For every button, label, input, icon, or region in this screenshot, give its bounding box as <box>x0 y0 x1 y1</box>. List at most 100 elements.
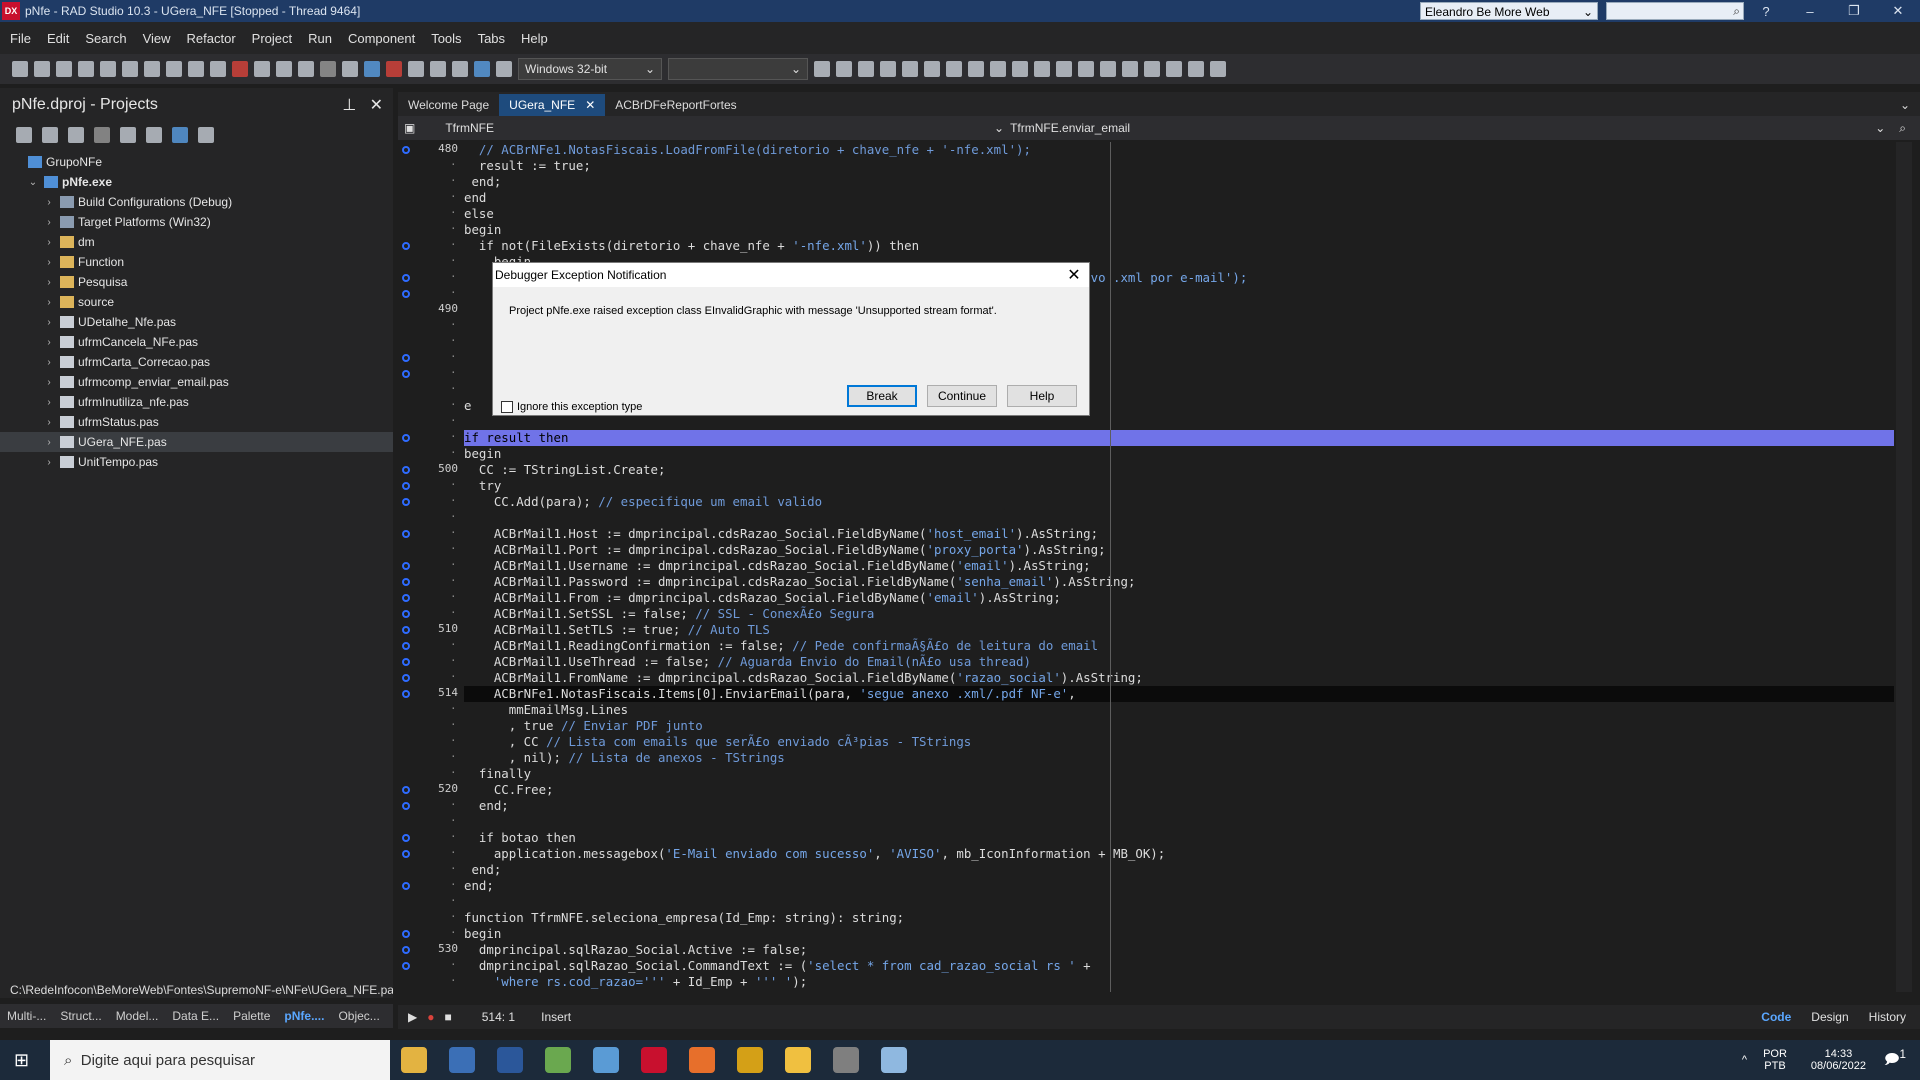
clock[interactable]: 14:33 08/06/2022 <box>1811 1048 1866 1072</box>
tab-design[interactable]: Design <box>1811 1010 1848 1024</box>
gutter-line[interactable]: · <box>398 286 464 302</box>
gutter-line[interactable]: 490 <box>398 302 464 318</box>
sync-icon[interactable] <box>94 127 110 143</box>
align-right-icon[interactable] <box>858 61 874 77</box>
grid-icon[interactable] <box>1100 61 1116 77</box>
desktop-layout-select[interactable]: Eleandro Be More Web ⌄ <box>1420 2 1598 20</box>
gutter-line[interactable]: 480 <box>398 142 464 158</box>
code-line[interactable]: ACBrMail1.FromName := dmprincipal.cdsRaz… <box>464 670 1894 686</box>
chevron-icon[interactable]: › <box>42 457 56 468</box>
add-to-project-icon[interactable] <box>276 61 292 77</box>
layout-icon[interactable] <box>100 61 116 77</box>
chevron-icon[interactable]: › <box>42 377 56 388</box>
gutter-line[interactable]: · <box>398 654 464 670</box>
gutter-line[interactable]: · <box>398 638 464 654</box>
code-line[interactable]: end <box>464 190 1894 206</box>
space-icon[interactable] <box>946 61 962 77</box>
gutter-line[interactable]: · <box>398 254 464 270</box>
project-options-icon[interactable] <box>16 127 32 143</box>
tree-item[interactable]: › UDetalhe_Nfe.pas <box>0 312 393 332</box>
breakpoint-marker-icon[interactable] <box>402 578 410 586</box>
play-icon[interactable]: ▶ <box>408 1010 417 1024</box>
menu-tabs[interactable]: Tabs <box>478 31 505 46</box>
breakpoint-marker-icon[interactable] <box>402 594 410 602</box>
code-line[interactable]: dmprincipal.sqlRazao_Social.CommandText … <box>464 958 1894 974</box>
gutter-line[interactable]: · <box>398 526 464 542</box>
filter-icon[interactable] <box>120 127 136 143</box>
code-line[interactable]: if result then <box>464 430 1894 446</box>
breakpoint-marker-icon[interactable] <box>402 962 410 970</box>
gutter-line[interactable]: · <box>398 558 464 574</box>
pin-icon[interactable]: ⊥ <box>342 97 356 114</box>
code-line[interactable]: end; <box>464 862 1894 878</box>
panel-tab[interactable]: Struct... <box>53 1009 108 1023</box>
run-without-debug-icon[interactable] <box>342 61 358 77</box>
gutter-line[interactable]: · <box>398 478 464 494</box>
spacing-icon[interactable] <box>1210 61 1226 77</box>
open-project-icon[interactable] <box>210 61 226 77</box>
view-form-icon[interactable] <box>254 61 270 77</box>
minimize-button[interactable]: – <box>1788 4 1832 19</box>
breakpoint-marker-icon[interactable] <box>402 466 410 474</box>
breakpoint-marker-icon[interactable] <box>402 786 410 794</box>
gutter-line[interactable]: · <box>398 798 464 814</box>
firefox-icon[interactable] <box>689 1047 715 1073</box>
breakpoint-marker-icon[interactable] <box>402 242 410 250</box>
menu-file[interactable]: File <box>10 31 31 46</box>
breakpoint-marker-icon[interactable] <box>402 626 410 634</box>
continue-button[interactable]: Continue <box>927 385 997 407</box>
gutter-line[interactable]: · <box>398 350 464 366</box>
tree-item[interactable]: GrupoNFe <box>0 152 393 172</box>
gutter-line[interactable]: · <box>398 398 464 414</box>
file-explorer-icon[interactable] <box>785 1047 811 1073</box>
breakpoint-marker-icon[interactable] <box>402 642 410 650</box>
breakpoint-marker-icon[interactable] <box>402 850 410 858</box>
code-line[interactable]: if not(FileExists(diretorio + chave_nfe … <box>464 238 1894 254</box>
back-icon[interactable] <box>474 61 490 77</box>
gutter-line[interactable]: 520 <box>398 782 464 798</box>
word-icon[interactable] <box>497 1047 523 1073</box>
code-line[interactable]: CC.Add(para); // especifique um email va… <box>464 494 1894 510</box>
menu-refactor[interactable]: Refactor <box>187 31 236 46</box>
breakpoint-marker-icon[interactable] <box>402 274 410 282</box>
menu-run[interactable]: Run <box>308 31 332 46</box>
gutter-line[interactable]: 500 <box>398 462 464 478</box>
add-file-icon[interactable] <box>188 61 204 77</box>
run-icon[interactable] <box>320 61 336 77</box>
code-line[interactable]: begin <box>464 446 1894 462</box>
gutter-line[interactable]: · <box>398 974 464 990</box>
tree-item[interactable]: › ufrmInutiliza_nfe.pas <box>0 392 393 412</box>
stop-icon[interactable] <box>386 61 402 77</box>
tab-history[interactable]: History <box>1869 1010 1906 1024</box>
tree-item[interactable]: ⌄ pNfe.exe <box>0 172 393 192</box>
gutter-line[interactable]: · <box>398 542 464 558</box>
menu-tools[interactable]: Tools <box>431 31 461 46</box>
code-line[interactable]: ACBrMail1.Username := dmprincipal.cdsRaz… <box>464 558 1894 574</box>
code-line[interactable]: end; <box>464 878 1894 894</box>
bring-front-icon[interactable] <box>990 61 1006 77</box>
breakpoint-marker-icon[interactable] <box>402 562 410 570</box>
stop-icon[interactable]: ■ <box>444 1010 451 1024</box>
gutter-line[interactable]: · <box>398 382 464 398</box>
save-project-icon[interactable] <box>232 61 248 77</box>
record-icon[interactable]: ● <box>427 1010 434 1024</box>
code-line[interactable]: mmEmailMsg.Lines <box>464 702 1894 718</box>
close-tab-icon[interactable]: ✕ <box>585 98 595 112</box>
taskbar-search[interactable]: ⌕ Digite aqui para pesquisar <box>50 1040 390 1080</box>
gutter-line[interactable]: · <box>398 366 464 382</box>
code-line[interactable] <box>464 814 1894 830</box>
menu-edit[interactable]: Edit <box>47 31 69 46</box>
gutter-line[interactable]: · <box>398 494 464 510</box>
code-line[interactable]: begin <box>464 926 1894 942</box>
ide-search-input[interactable]: ⌕ <box>1606 2 1744 20</box>
gutter-line[interactable]: · <box>398 446 464 462</box>
panel-tab[interactable]: Objec... <box>331 1009 386 1023</box>
gutter-line[interactable]: · <box>398 894 464 910</box>
chevron-icon[interactable]: › <box>42 437 56 448</box>
align-left-icon[interactable] <box>836 61 852 77</box>
gutter-line[interactable]: · <box>398 814 464 830</box>
app-icon[interactable] <box>737 1047 763 1073</box>
method-select[interactable]: TfrmNFE.enviar_email <box>1010 121 1130 135</box>
chevron-up-icon[interactable]: ^ <box>1742 1054 1747 1066</box>
windows-start-icon[interactable]: ⊞ <box>14 1050 29 1071</box>
